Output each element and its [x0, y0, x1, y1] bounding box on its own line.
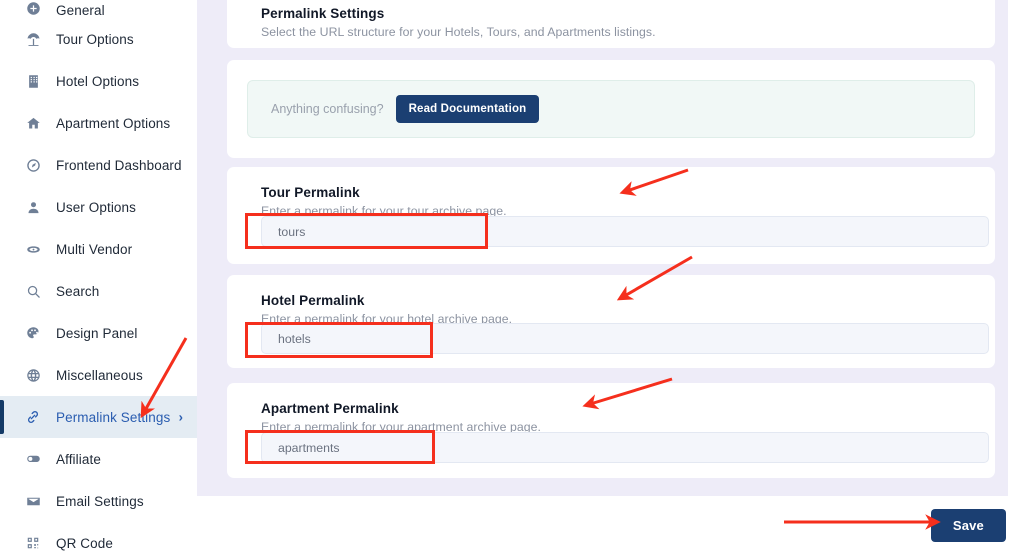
beach-umbrella-icon	[22, 29, 44, 49]
sidebar-item-label: Apartment Options	[56, 116, 170, 131]
hotel-permalink-input[interactable]: hotels	[261, 323, 989, 354]
sidebar-item-label: Multi Vendor	[56, 242, 132, 257]
sidebar-item-label: QR Code	[56, 536, 113, 551]
store-icon	[22, 239, 44, 259]
envelope-icon	[22, 491, 44, 511]
save-button[interactable]: Save	[931, 509, 1006, 542]
sidebar-item-label: Frontend Dashboard	[56, 158, 182, 173]
sidebar-item-label: Affiliate	[56, 452, 101, 467]
sidebar-item-search[interactable]: Search	[0, 270, 197, 312]
tour-permalink-title: Tour Permalink	[261, 185, 995, 200]
sidebar-item-general[interactable]: General	[0, 0, 197, 18]
hotel-permalink-card: Hotel Permalink Enter a permalink for yo…	[227, 275, 995, 368]
sidebar-item-hotel-options[interactable]: Hotel Options	[0, 60, 197, 102]
sidebar-item-tour-options[interactable]: Tour Options	[0, 18, 197, 60]
sidebar-item-label: Permalink Settings	[56, 410, 170, 425]
sidebar-navigation: General Tour Options Hotel Options Apartmen…	[0, 0, 197, 558]
documentation-banner: Anything confusing? Read Documentation	[247, 80, 975, 138]
sidebar-item-affiliate[interactable]: Affiliate	[0, 438, 197, 480]
read-documentation-button[interactable]: Read Documentation	[396, 95, 540, 123]
speedometer-icon	[22, 155, 44, 175]
sidebar-item-label: Tour Options	[56, 32, 134, 47]
building-icon	[22, 71, 44, 91]
tour-permalink-input[interactable]: tours	[261, 216, 989, 247]
globe-icon	[22, 365, 44, 385]
sidebar-item-user-options[interactable]: User Options	[0, 186, 197, 228]
user-icon	[22, 197, 44, 217]
sidebar-item-apartment-options[interactable]: Apartment Options	[0, 102, 197, 144]
sidebar-item-permalink-settings[interactable]: Permalink Settings ›	[0, 396, 197, 438]
sidebar-item-email-settings[interactable]: Email Settings	[0, 480, 197, 522]
search-icon	[22, 281, 44, 301]
sidebar-item-multi-vendor[interactable]: Multi Vendor	[0, 228, 197, 270]
sidebar-item-qr-code[interactable]: QR Code	[0, 522, 197, 558]
tour-permalink-card: Tour Permalink Enter a permalink for you…	[227, 167, 995, 264]
qr-code-icon	[22, 533, 44, 553]
handshake-icon	[22, 449, 44, 469]
palette-icon	[22, 323, 44, 343]
sidebar-item-miscellaneous[interactable]: Miscellaneous	[0, 354, 197, 396]
sidebar-item-design-panel[interactable]: Design Panel	[0, 312, 197, 354]
sidebar-item-label: Miscellaneous	[56, 368, 143, 383]
sidebar-item-label: Search	[56, 284, 99, 299]
chevron-right-icon: ›	[179, 410, 183, 425]
apartment-permalink-title: Apartment Permalink	[261, 401, 995, 416]
main-content: Permalink Settings Select the URL struct…	[197, 0, 1024, 558]
app-window: General Tour Options Hotel Options Apartmen…	[0, 0, 1024, 558]
page-subtitle: Select the URL structure for your Hotels…	[261, 25, 995, 39]
apartment-permalink-card: Apartment Permalink Enter a permalink fo…	[227, 383, 995, 478]
sidebar-item-label: Email Settings	[56, 494, 144, 509]
home-icon	[22, 113, 44, 133]
page-header-card: Permalink Settings Select the URL struct…	[227, 0, 995, 48]
hotel-permalink-title: Hotel Permalink	[261, 293, 995, 308]
link-icon	[22, 407, 44, 427]
sidebar-item-frontend-dashboard[interactable]: Frontend Dashboard	[0, 144, 197, 186]
sidebar-item-label: Design Panel	[56, 326, 138, 341]
page-title: Permalink Settings	[261, 6, 995, 21]
sidebar-item-label: Hotel Options	[56, 74, 139, 89]
plus-circle-icon	[22, 0, 44, 18]
sidebar-item-label: User Options	[56, 200, 136, 215]
sidebar-item-label: General	[56, 3, 105, 18]
documentation-question: Anything confusing?	[271, 102, 384, 116]
apartment-permalink-input[interactable]: apartments	[261, 432, 989, 463]
documentation-card: Anything confusing? Read Documentation	[227, 60, 995, 158]
